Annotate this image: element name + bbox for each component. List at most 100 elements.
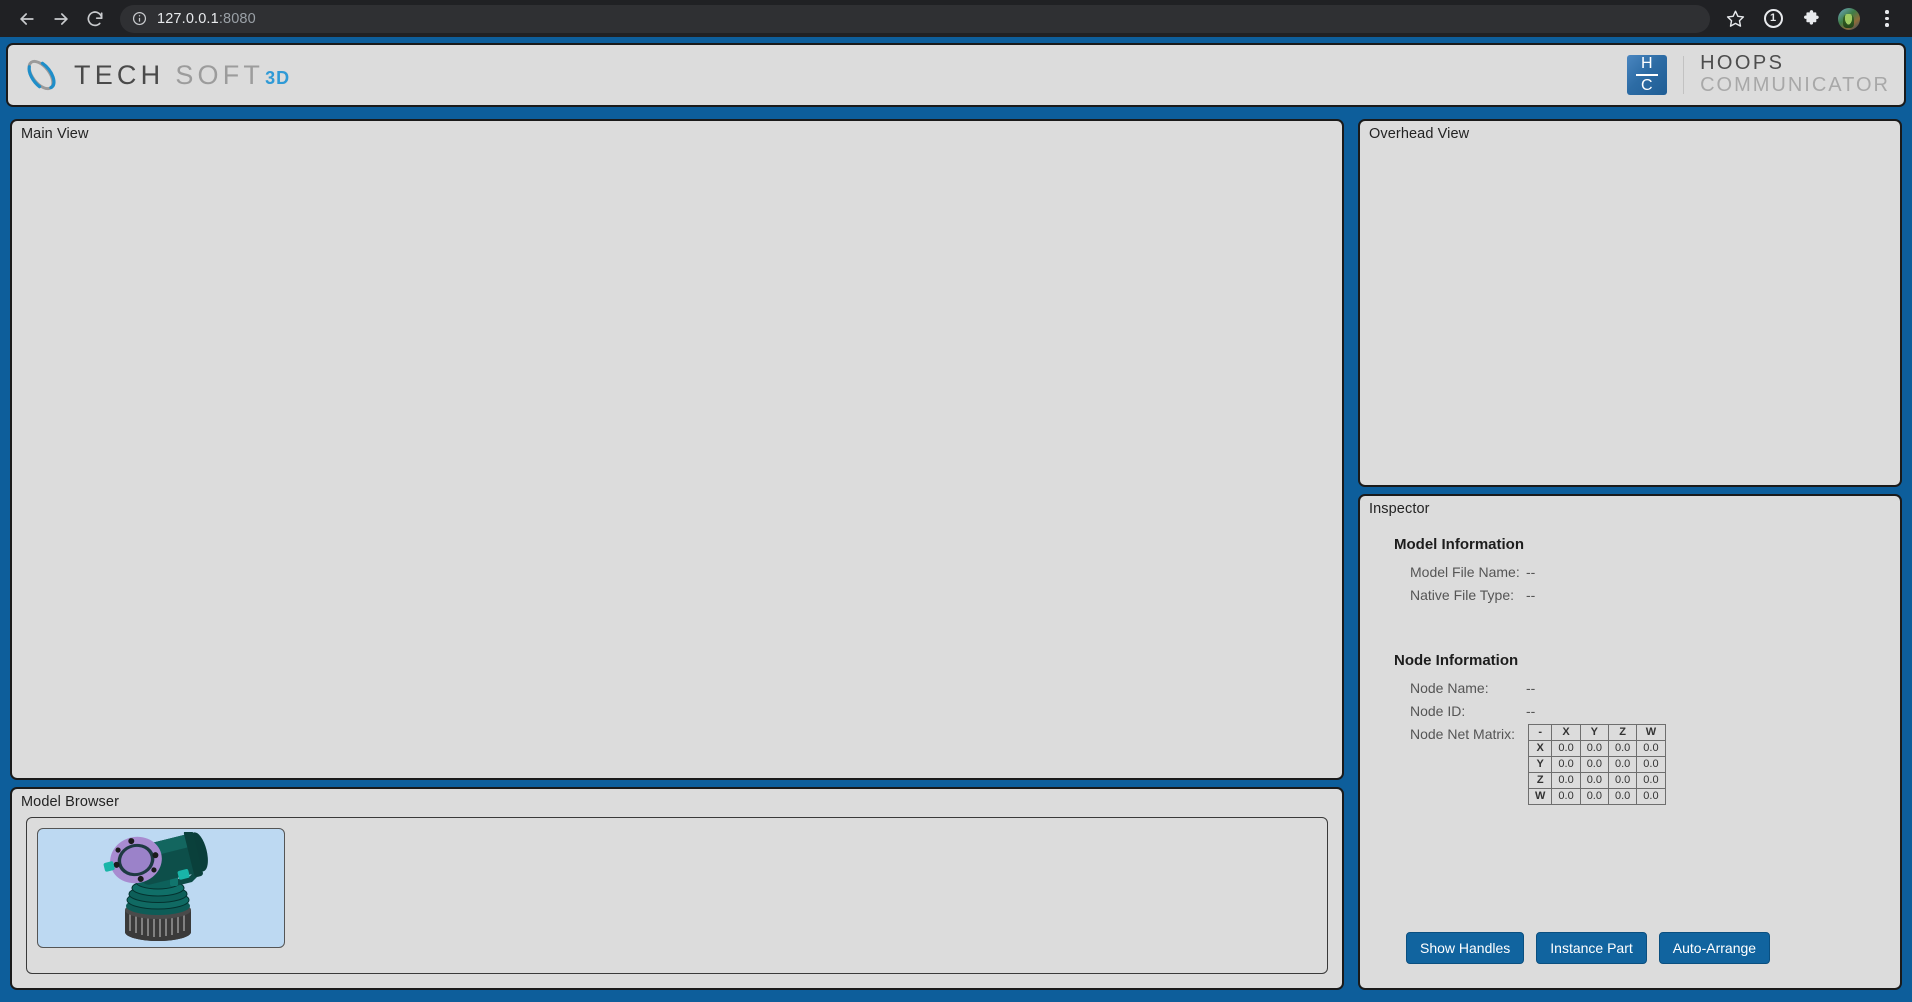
application-frame: TECH SOFT 3D H C HOOPS COMMUNICATOR Main… bbox=[0, 37, 1912, 1002]
hc-badge-icon: H C bbox=[1627, 54, 1668, 95]
model-browser-panel: Model Browser bbox=[10, 787, 1344, 990]
update-button[interactable]: 1 bbox=[1758, 4, 1788, 34]
node-net-matrix-value: -XYZW X 0.0 0.0 0.0 0.0 Y 0.0 0.0 0.0 0.0 Z 0.0 0.0 0… bbox=[1526, 724, 1666, 805]
node-information-heading: Node Information bbox=[1394, 652, 1519, 669]
matrix-col-header: W bbox=[1636, 724, 1666, 741]
model-file-name-row: Model File Name: -- bbox=[1410, 562, 1886, 582]
browser-toolbar: 127.0.0.1:8080 1 bbox=[0, 0, 1912, 37]
model-file-name-label: Model File Name: bbox=[1410, 564, 1520, 580]
matrix-cell: 0.0 bbox=[1636, 788, 1666, 805]
node-name-row: Node Name: -- bbox=[1410, 678, 1886, 698]
matrix-cell: 0.0 bbox=[1551, 772, 1581, 789]
auto-arrange-button[interactable]: Auto-Arrange bbox=[1658, 932, 1771, 964]
node-id-label: Node ID: bbox=[1410, 703, 1466, 719]
matrix-cell: 0.0 bbox=[1636, 772, 1666, 789]
matrix-cell: 0.0 bbox=[1579, 772, 1609, 789]
hoops-communicator-logo: H C HOOPS COMMUNICATOR bbox=[1627, 53, 1890, 96]
show-handles-button[interactable]: Show Handles bbox=[1406, 932, 1525, 964]
node-net-matrix-label: Node Net Matrix: bbox=[1410, 726, 1516, 742]
product-line-2: COMMUNICATOR bbox=[1700, 74, 1890, 96]
site-info-icon[interactable] bbox=[132, 11, 147, 26]
model-browser-list bbox=[26, 817, 1328, 974]
matrix-col-header: X bbox=[1551, 724, 1581, 741]
node-id-value: -- bbox=[1526, 703, 1536, 719]
brand-3d-text: 3D bbox=[265, 67, 291, 88]
matrix-row-header: W bbox=[1527, 788, 1553, 805]
matrix-row-header: X bbox=[1527, 740, 1553, 757]
matrix-cell: 0.0 bbox=[1551, 756, 1581, 773]
arrow-right-icon bbox=[54, 12, 68, 25]
matrix-cell: 0.0 bbox=[1607, 772, 1638, 789]
bookmark-button[interactable] bbox=[1720, 4, 1750, 34]
node-name-label: Node Name: bbox=[1410, 680, 1489, 696]
inspector-body: Model Information Model File Name: -- Na… bbox=[1388, 536, 1886, 808]
address-bar[interactable]: 127.0.0.1:8080 bbox=[120, 4, 1710, 33]
matrix-row-header: Y bbox=[1527, 756, 1553, 773]
arrow-left-icon bbox=[20, 12, 34, 25]
browser-actions: 1 bbox=[1720, 4, 1902, 34]
matrix-cell: 0.0 bbox=[1607, 740, 1638, 757]
back-button[interactable] bbox=[10, 2, 44, 36]
matrix-row: Z 0.0 0.0 0.0 0.0 bbox=[1527, 772, 1666, 789]
matrix-col-header: Y bbox=[1579, 724, 1609, 741]
reload-icon bbox=[87, 10, 103, 26]
inspector-panel: Inspector Model Information Model File N… bbox=[1358, 494, 1902, 990]
product-line-1: HOOPS bbox=[1700, 52, 1785, 75]
native-file-type-label: Native File Type: bbox=[1410, 587, 1515, 603]
star-icon bbox=[1726, 10, 1744, 27]
native-file-type-value: -- bbox=[1526, 587, 1536, 603]
techsoft-wordmark: TECH SOFT 3D bbox=[74, 60, 290, 91]
instance-part-button[interactable]: Instance Part bbox=[1536, 932, 1647, 964]
matrix-cell: 0.0 bbox=[1551, 788, 1581, 805]
brand-tech-text: TECH bbox=[74, 59, 165, 90]
hc-badge-divider bbox=[1636, 74, 1659, 76]
matrix-row: X 0.0 0.0 0.0 0.0 bbox=[1527, 740, 1666, 757]
matrix-cell: 0.0 bbox=[1579, 740, 1609, 757]
matrix-cell: 0.0 bbox=[1607, 788, 1638, 805]
logo-divider bbox=[1683, 56, 1685, 94]
valve-assembly-thumbnail-icon bbox=[103, 832, 208, 941]
matrix-cell: 0.0 bbox=[1579, 756, 1609, 773]
reload-button[interactable] bbox=[78, 2, 112, 36]
node-name-value: -- bbox=[1526, 680, 1536, 696]
overhead-view-panel[interactable]: Overhead View bbox=[1358, 119, 1902, 487]
overhead-view-title: Overhead View bbox=[1369, 126, 1470, 142]
url-port: :8080 bbox=[218, 10, 256, 27]
main-view-panel[interactable]: Main View bbox=[10, 119, 1344, 780]
kebab-menu-icon bbox=[1885, 10, 1889, 27]
node-net-matrix-table: -XYZW X 0.0 0.0 0.0 0.0 Y 0.0 0.0 0.0 0.0 Z 0.0 0.0 0… bbox=[1527, 724, 1666, 805]
app-header: TECH SOFT 3D H C HOOPS COMMUNICATOR bbox=[6, 43, 1906, 107]
profile-button[interactable] bbox=[1834, 4, 1864, 34]
puzzle-icon bbox=[1803, 10, 1819, 25]
matrix-col-header: Z bbox=[1607, 724, 1638, 741]
avatar bbox=[1838, 7, 1860, 30]
matrix-cell: 0.0 bbox=[1607, 756, 1638, 773]
techsoft-logo: TECH SOFT 3D bbox=[22, 56, 290, 94]
extensions-button[interactable] bbox=[1796, 4, 1826, 34]
brand-soft-text: SOFT bbox=[175, 59, 265, 90]
update-badge: 1 bbox=[1763, 9, 1783, 28]
main-view-title: Main View bbox=[21, 126, 89, 142]
matrix-cell: 0.0 bbox=[1579, 788, 1609, 805]
matrix-cell: 0.0 bbox=[1636, 740, 1666, 757]
model-information-heading: Model Information bbox=[1394, 536, 1524, 553]
model-thumbnail-item[interactable] bbox=[37, 828, 285, 948]
node-id-row: Node ID: -- bbox=[1410, 701, 1886, 721]
url-text: 127.0.0.1:8080 bbox=[157, 11, 256, 27]
techsoft-orbit-logo-icon bbox=[27, 59, 56, 91]
inspector-title: Inspector bbox=[1369, 501, 1430, 517]
model-file-name-value: -- bbox=[1526, 564, 1536, 580]
url-host: 127.0.0.1 bbox=[157, 10, 219, 27]
matrix-cell: 0.0 bbox=[1636, 756, 1666, 773]
model-browser-title: Model Browser bbox=[21, 794, 119, 810]
node-net-matrix-row: Node Net Matrix: -XYZW X 0.0 0.0 0.0 0.0 Y 0.0… bbox=[1410, 724, 1886, 805]
native-file-type-row: Native File Type: -- bbox=[1410, 585, 1886, 605]
hc-badge-bottom: C bbox=[1641, 77, 1654, 95]
matrix-row: W 0.0 0.0 0.0 0.0 bbox=[1527, 788, 1666, 805]
hc-badge-top: H bbox=[1641, 54, 1654, 72]
matrix-cell: 0.0 bbox=[1551, 740, 1581, 757]
forward-button[interactable] bbox=[44, 2, 78, 36]
browser-menu-button[interactable] bbox=[1872, 4, 1902, 34]
product-name: HOOPS COMMUNICATOR bbox=[1700, 53, 1890, 96]
